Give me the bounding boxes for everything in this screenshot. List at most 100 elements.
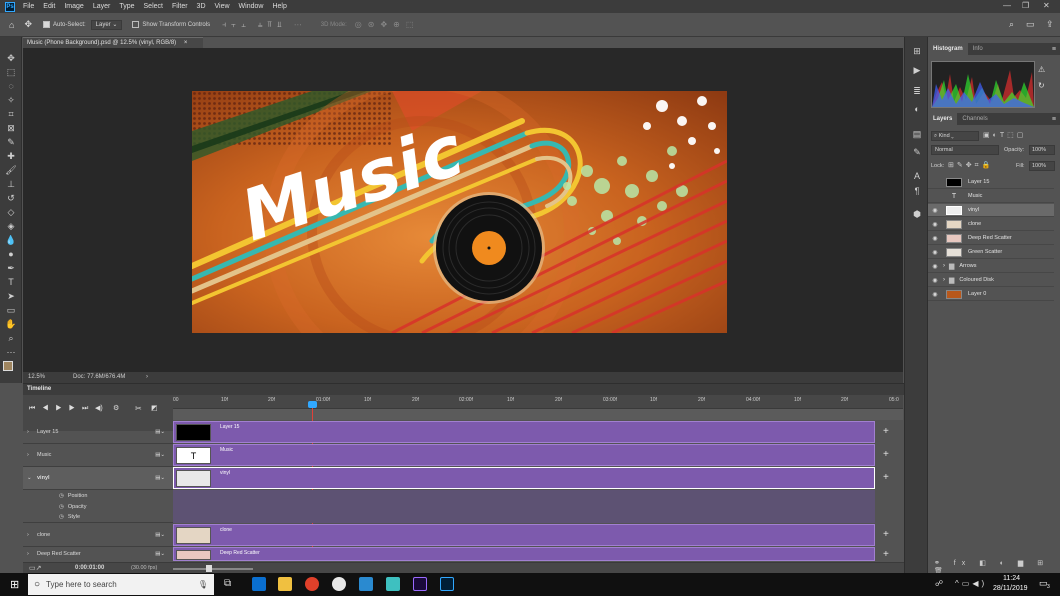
show-transform-checkbox[interactable]: Show Transform Controls <box>132 21 210 28</box>
clock-time[interactable]: 11:24 <box>1003 575 1020 582</box>
auto-select-checkbox[interactable]: Auto-Select: <box>42 21 86 28</box>
bucket-tool-icon[interactable]: ◈ <box>4 220 18 232</box>
add-media-icon[interactable]: + <box>883 549 889 560</box>
foreground-color-swatch[interactable] <box>3 361 13 371</box>
restore-button[interactable]: ❐ <box>1022 1 1029 10</box>
collapse-icon[interactable]: ⌄ <box>27 475 37 481</box>
menu-image[interactable]: Image <box>64 3 83 10</box>
blur-tool-icon[interactable]: 💧 <box>4 234 18 246</box>
add-media-icon[interactable]: + <box>883 449 889 460</box>
add-media-icon[interactable]: + <box>883 426 889 437</box>
task-view-icon[interactable]: ⧉ <box>224 578 231 589</box>
timeline-clip[interactable]: T Music <box>173 444 875 466</box>
crop-tool-icon[interactable]: ⌗ <box>4 108 18 120</box>
track-header[interactable]: › clone ▤⌄ <box>23 524 173 547</box>
windows-start-icon[interactable]: ⊞ <box>10 578 19 591</box>
history-panel-icon[interactable]: ⊞ <box>910 45 924 57</box>
3d-panel-icon[interactable]: ⬢ <box>910 208 924 220</box>
workspace-icon[interactable]: ▭ <box>1026 19 1035 30</box>
type-tool-icon[interactable]: T <box>4 276 18 288</box>
clock-date[interactable]: 28/11/2019 <box>993 585 1028 592</box>
layer-row[interactable]: ◉ vinyl <box>928 204 1054 217</box>
property-row[interactable]: ◷ Opacity <box>23 501 173 512</box>
timeline-clip[interactable]: clone <box>173 524 875 546</box>
history-brush-icon[interactable]: ↺ <box>4 192 18 204</box>
film-icon[interactable]: ▤⌄ <box>155 452 165 458</box>
properties-panel-icon[interactable]: ≣ <box>910 85 924 97</box>
expand-icon[interactable]: › <box>27 532 37 538</box>
stopwatch-icon[interactable]: ◷ <box>59 514 64 520</box>
status-arrow-icon[interactable]: › <box>146 372 148 383</box>
eye-icon[interactable]: ◉ <box>930 277 940 284</box>
hand-tool-icon[interactable]: ✋ <box>4 318 18 330</box>
eye-icon[interactable]: ◉ <box>930 249 940 256</box>
panel-menu-icon[interactable]: ≡ <box>1052 116 1056 123</box>
stamp-tool-icon[interactable]: ⊥ <box>4 178 18 190</box>
expand-icon[interactable]: › <box>27 452 37 458</box>
people-icon[interactable]: ☍ <box>935 579 943 588</box>
character-panel-icon[interactable]: A <box>910 170 924 182</box>
playhead-handle[interactable] <box>308 401 317 408</box>
track-header[interactable]: › Deep Red Scatter ▤⌄ <box>23 547 173 561</box>
histogram-warning-icon[interactable]: ⚠ <box>1038 65 1045 74</box>
eye-icon[interactable]: ◉ <box>930 221 940 228</box>
stopwatch-icon[interactable]: ◷ <box>59 493 64 499</box>
layer-filter-dropdown[interactable]: ⌕ Kind ⌄ <box>931 131 979 141</box>
layer-row[interactable]: ◉ Green Scatter <box>928 246 1054 259</box>
stopwatch-icon[interactable]: ◷ <box>59 504 64 510</box>
add-media-icon[interactable]: + <box>883 529 889 540</box>
settings-icon[interactable]: ⚙ <box>113 404 119 412</box>
blend-mode-dropdown[interactable]: Normal <box>931 145 999 155</box>
layer-filter-icons[interactable]: ▣◐T⬚▢ <box>983 131 1026 139</box>
layer-row[interactable]: ◉ Layer 0 <box>928 288 1054 301</box>
property-row[interactable]: ◷ Style <box>23 512 173 523</box>
marquee-tool-icon[interactable]: ⬚ <box>4 66 18 78</box>
track-header[interactable]: ⌄ vinyl ▤⌄ <box>23 467 173 490</box>
layer-row[interactable]: T Music <box>928 190 1054 203</box>
timeline-ruler[interactable]: 00 10f 20f 01:00f 10f 20f 02:00f 10f 20f 03:00f 10… <box>173 395 903 409</box>
more-tools-icon[interactable]: ⋯ <box>4 346 18 358</box>
zoom-slider[interactable] <box>173 568 253 570</box>
histogram-refresh-icon[interactable]: ↻ <box>1038 81 1045 90</box>
playback-controls[interactable]: ⏮◀▶▶⏭ <box>29 405 95 413</box>
microphone-icon[interactable]: 🎙 <box>198 580 208 589</box>
layer-row[interactable]: ◉ › ▆ Coloured Disk <box>928 274 1054 287</box>
timeline-clip[interactable]: Deep Red Scatter <box>173 547 875 561</box>
tab-layers[interactable]: Layers <box>928 113 958 125</box>
layer-row[interactable]: ◉ clone <box>928 218 1054 231</box>
split-icon[interactable]: ✂ <box>135 404 142 413</box>
libraries-panel-icon[interactable]: ▤ <box>910 128 924 140</box>
search-icon[interactable]: ⌕ <box>1009 19 1014 30</box>
menu-help[interactable]: Help <box>272 3 286 10</box>
eye-icon[interactable]: ◉ <box>930 291 940 298</box>
add-media-icon[interactable]: + <box>883 472 889 483</box>
after-effects-icon[interactable] <box>413 577 427 591</box>
app-3-icon[interactable] <box>386 577 400 591</box>
move-tool-icon[interactable]: ✥ <box>4 52 18 64</box>
path-select-tool-icon[interactable]: ➤ <box>4 290 18 302</box>
layer-row[interactable]: ◉ › ▆ Arrows <box>928 260 1054 273</box>
pen-tool-icon[interactable]: ✒ <box>4 262 18 274</box>
panel-menu-icon[interactable]: ≡ <box>1052 46 1056 53</box>
menu-file[interactable]: File <box>23 3 34 10</box>
menu-filter[interactable]: Filter <box>172 3 188 10</box>
minimize-button[interactable]: — <box>1003 1 1011 10</box>
track-header[interactable]: › Music ▤⌄ <box>23 444 173 467</box>
zoom-slider-thumb[interactable] <box>206 565 212 572</box>
expand-icon[interactable]: › <box>943 277 945 283</box>
zoom-tool-icon[interactable]: ⌕ <box>4 332 18 344</box>
move-tool-icon[interactable]: ✥ <box>24 19 32 30</box>
track-header[interactable]: › Layer 15 ▤⌄ <box>23 421 173 444</box>
doc-info[interactable]: Doc: 77.6M/676.4M <box>73 372 125 383</box>
taskbar-search[interactable]: ○ Type here to search 🎙 <box>28 574 214 595</box>
transition-icon[interactable]: ◩ <box>151 404 158 412</box>
convert-icon[interactable]: ▭↗ <box>29 564 41 572</box>
menu-type[interactable]: Type <box>119 3 134 10</box>
eye-icon[interactable]: ◉ <box>930 263 940 270</box>
artwork-canvas[interactable]: Music <box>192 91 727 333</box>
auto-select-dropdown[interactable]: Layer ⌄ <box>90 19 123 30</box>
home-icon[interactable]: ⌂ <box>9 20 14 30</box>
eyedropper-tool-icon[interactable]: ✎ <box>4 136 18 148</box>
layer-row[interactable]: ◉ Deep Red Scatter <box>928 232 1054 245</box>
tab-info[interactable]: Info <box>968 43 988 55</box>
